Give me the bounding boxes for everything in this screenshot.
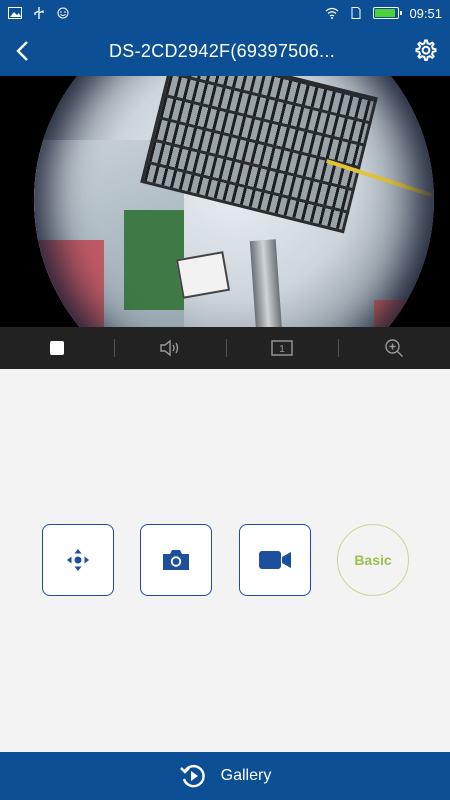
- zoom-in-icon: [385, 339, 403, 357]
- volume-icon: [160, 339, 179, 357]
- stream-quality-label: Basic: [354, 552, 392, 568]
- record-button[interactable]: [239, 524, 311, 596]
- ptz-button[interactable]: [42, 524, 114, 596]
- image-icon: [8, 7, 22, 19]
- status-left-icons: [8, 7, 70, 19]
- window-split-button[interactable]: 1: [226, 327, 338, 369]
- stop-icon: [50, 341, 64, 355]
- settings-button[interactable]: [400, 26, 450, 76]
- status-time: 09:51: [409, 5, 442, 21]
- gallery-icon: [179, 764, 205, 788]
- video-control-bar: 1: [0, 327, 450, 369]
- volume-button[interactable]: [114, 327, 226, 369]
- top-app-bar: DS-2CD2942F(69397506...: [0, 26, 450, 76]
- sim-icon: [351, 7, 361, 19]
- capture-button[interactable]: [140, 524, 212, 596]
- status-right-icons: 09:51: [325, 6, 442, 21]
- gear-icon: [415, 39, 437, 61]
- stop-button[interactable]: [0, 327, 114, 369]
- back-button[interactable]: [0, 26, 44, 76]
- camera-icon: [163, 550, 189, 570]
- action-buttons-row: Basic: [0, 524, 450, 596]
- chevron-left-icon: [16, 41, 28, 61]
- window-split-icon: 1: [271, 340, 293, 356]
- usb-icon: [34, 7, 44, 19]
- fisheye-camera-image: [34, 76, 434, 327]
- zoom-button[interactable]: [338, 327, 450, 369]
- window-split-number: 1: [279, 344, 285, 355]
- page-title: DS-2CD2942F(69397506...: [108, 40, 336, 61]
- ptz-icon: [67, 549, 89, 571]
- video-camera-icon: [259, 551, 291, 569]
- gallery-label: Gallery: [220, 767, 272, 784]
- battery-icon: [373, 7, 403, 19]
- stream-quality-button[interactable]: Basic: [337, 524, 409, 596]
- gallery-button[interactable]: Gallery: [0, 752, 450, 800]
- wifi-icon: [326, 7, 339, 19]
- status-bar: 09:51: [0, 0, 450, 26]
- live-video-view[interactable]: [0, 76, 450, 327]
- face-icon: [57, 7, 69, 19]
